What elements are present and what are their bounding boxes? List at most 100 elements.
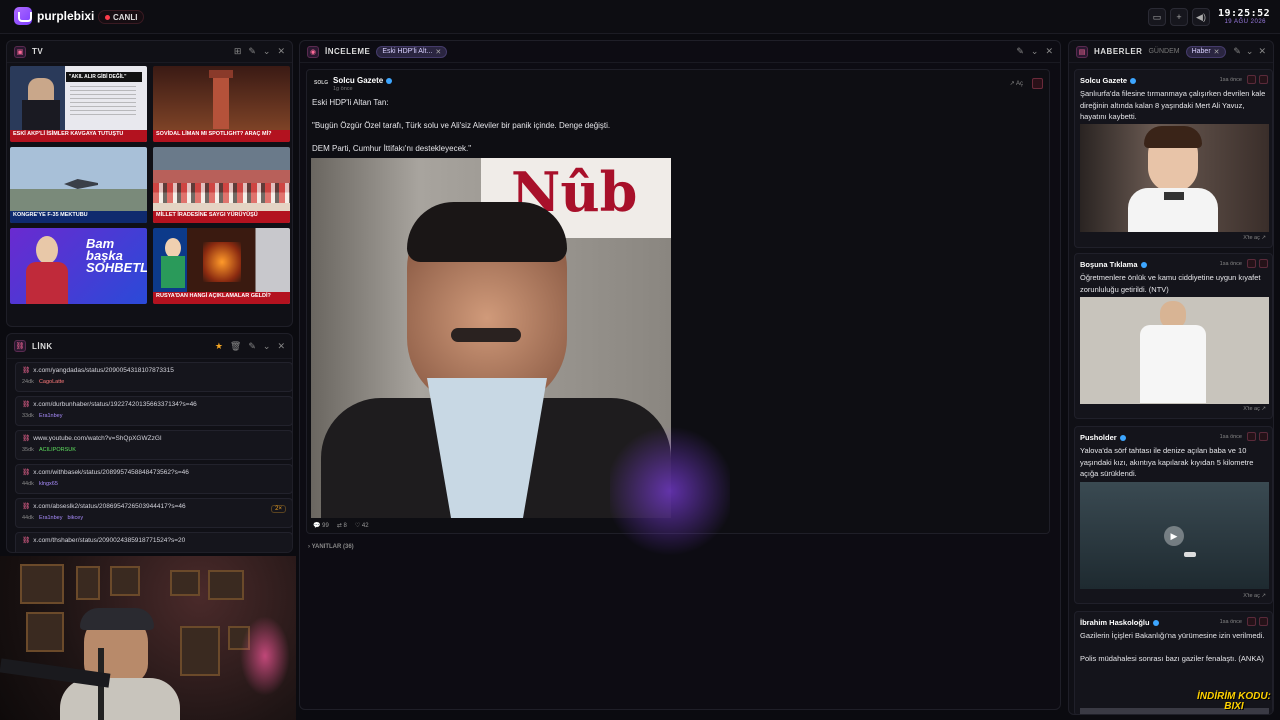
clock-date: 19 AĞU 2026 bbox=[1224, 19, 1266, 25]
open-in-x-link[interactable]: X'te aç ↗ bbox=[1243, 235, 1266, 241]
clock: 19:25:52 19 AĞU 2026 bbox=[1218, 8, 1270, 25]
flag-button[interactable] bbox=[1259, 617, 1268, 626]
link-item[interactable]: ⛓ www.youtube.com/watch?v=ShQpXGWZzGI 35dk… bbox=[15, 430, 292, 460]
chip-label: Eski HDP'li Alt... bbox=[382, 48, 433, 55]
close-icon[interactable]: ✕ bbox=[277, 341, 285, 352]
news-video[interactable]: ▶ bbox=[1080, 482, 1269, 589]
link-user-secondary[interactable]: bikcey bbox=[67, 515, 83, 521]
close-icon[interactable]: ✕ bbox=[1258, 46, 1266, 57]
tv-panel-header: ▣ TV ⊞ ✎ ⌄ ✕ bbox=[7, 41, 292, 63]
brand-logo[interactable]: purplebixi bbox=[14, 7, 94, 25]
link-url-row[interactable]: ⛓ www.youtube.com/watch?v=ShQpXGWZzGI bbox=[22, 434, 286, 443]
link-item[interactable]: ⛓ x.com/yangdadas/status/2090054318107873… bbox=[15, 362, 292, 392]
replies-label: YANITLAR (36) bbox=[311, 544, 354, 550]
trash-icon[interactable]: 🗑 bbox=[230, 341, 241, 352]
tv-channel-6[interactable]: RUSYA'DAN HANGİ AÇIKLAMALAR GELDİ? bbox=[153, 228, 290, 304]
tv-channel-3[interactable]: KONGRE'YE F-35 MEKTUBU bbox=[10, 147, 147, 223]
news-author[interactable]: Boşuna Tıklama bbox=[1080, 260, 1138, 269]
open-link[interactable]: ↗ Aç bbox=[1010, 80, 1023, 87]
news-card[interactable]: Boşuna Tıklama 1sa önce Öğretmenlere önl… bbox=[1074, 253, 1273, 419]
news-text-line: Polis müdahalesi sonrası bazı gaziler fe… bbox=[1080, 653, 1264, 663]
star-icon[interactable]: ★ bbox=[215, 341, 223, 352]
close-icon[interactable]: ✕ bbox=[1045, 46, 1053, 57]
link-url-row[interactable]: ⛓ x.com/yangdadas/status/2090054318107873… bbox=[22, 366, 286, 375]
notify-button[interactable] bbox=[1247, 75, 1256, 84]
flag-button[interactable] bbox=[1259, 432, 1268, 441]
like-count[interactable]: ♡ 42 bbox=[355, 522, 369, 529]
window-button[interactable]: ▭ bbox=[1148, 8, 1166, 26]
link-user[interactable]: CagoLatte bbox=[39, 379, 64, 385]
news-text: Yalova'da sörf tahtası ile denize açılan… bbox=[1080, 446, 1254, 478]
tv-channel-4[interactable]: MİLLET İRADESİNE SAYGI YÜRÜYÜŞÜ bbox=[153, 147, 290, 223]
chevron-down-icon[interactable]: ⌄ bbox=[1031, 46, 1039, 57]
open-in-x-link[interactable]: X'te aç ↗ bbox=[1243, 406, 1266, 412]
link-meta: 33dk Era1nbey bbox=[22, 413, 286, 419]
link-user[interactable]: klngx65 bbox=[39, 481, 58, 487]
source-logo: SOLG bbox=[314, 80, 329, 86]
tv-channel-5[interactable]: Bam başka SOHBETLER bbox=[10, 228, 147, 304]
link-url-row[interactable]: ⛓ x.com/abseslk2/status/20869547265039444… bbox=[22, 502, 286, 511]
edit-icon[interactable]: ✎ bbox=[1233, 46, 1241, 57]
post-author[interactable]: Solcu Gazete bbox=[333, 76, 383, 85]
link-item[interactable]: ⛓ x.com/durbunhaber/status/19227420135663… bbox=[15, 396, 292, 426]
edit-icon[interactable]: ✎ bbox=[248, 46, 256, 57]
edit-icon[interactable]: ✎ bbox=[1016, 46, 1024, 57]
link-url-row[interactable]: ⛓ x.com/withbasek/status/2089957458848473… bbox=[22, 468, 286, 477]
link-url[interactable]: x.com/durbunhaber/status/192274201356633… bbox=[33, 401, 197, 408]
link-item[interactable]: ⛓ x.com/withbasek/status/2089957458848473… bbox=[15, 464, 292, 494]
link-url[interactable]: x.com/withbasek/status/20899574588484735… bbox=[33, 469, 189, 476]
tv-channel-2[interactable]: SOVİDAL LİMAN MI SPOTLIGHT? ARAÇ Mİ? bbox=[153, 66, 290, 142]
notify-button[interactable] bbox=[1247, 617, 1256, 626]
news-card[interactable]: Solcu Gazete 1sa önce Şanlıurfa'da files… bbox=[1074, 69, 1273, 248]
news-time: 1sa önce bbox=[1219, 434, 1242, 440]
news-text-line: Gazilerin İçişleri Bakanlığı'na yürümesi… bbox=[1080, 631, 1265, 640]
link-url-row[interactable]: ⛓ x.com/thshaber/status/20900243859187715… bbox=[22, 536, 286, 545]
chevron-down-icon[interactable]: ⌄ bbox=[1246, 46, 1254, 57]
active-review-chip[interactable]: Eski HDP'li Alt... ✕ bbox=[376, 45, 448, 58]
news-image[interactable] bbox=[1080, 124, 1269, 232]
news-image[interactable] bbox=[1080, 297, 1269, 404]
link-url-row[interactable]: ⛓ x.com/durbunhaber/status/19227420135663… bbox=[22, 400, 286, 409]
edit-icon[interactable]: ✎ bbox=[248, 341, 256, 352]
post-line: DEM Parti, Cumhur İttifakı'nı destekleye… bbox=[312, 144, 472, 153]
open-in-x-link[interactable]: X'te aç ↗ bbox=[1243, 593, 1266, 599]
news-author[interactable]: Solcu Gazete bbox=[1080, 76, 1127, 85]
link-url[interactable]: www.youtube.com/watch?v=ShQpXGWZzGI bbox=[33, 435, 161, 442]
link-url[interactable]: x.com/abseslk2/status/208695472650394441… bbox=[33, 503, 185, 510]
play-button[interactable]: ▶ bbox=[1164, 526, 1184, 546]
add-button[interactable]: + bbox=[1170, 8, 1188, 26]
flag-button[interactable] bbox=[1259, 75, 1268, 84]
post-author-row: Solcu Gazete bbox=[333, 76, 393, 85]
link-url[interactable]: x.com/thshaber/status/209002438591877152… bbox=[33, 537, 185, 544]
retweet-count[interactable]: ⇄ 8 bbox=[337, 522, 347, 529]
link-item[interactable]: ⛓ x.com/thshaber/status/20900243859187715… bbox=[15, 532, 292, 552]
notify-button[interactable] bbox=[1247, 259, 1256, 268]
chevron-down-icon[interactable]: ⌄ bbox=[263, 46, 271, 57]
notify-button[interactable] bbox=[1247, 432, 1256, 441]
link-url[interactable]: x.com/yangdadas/status/20900543181078733… bbox=[33, 367, 174, 374]
news-card[interactable]: Pusholder 1sa önce Yalova'da sörf tahtas… bbox=[1074, 426, 1273, 604]
close-icon[interactable]: ✕ bbox=[277, 46, 285, 57]
link-user[interactable]: Era1nbey bbox=[39, 413, 63, 419]
volume-button[interactable]: ◀) bbox=[1192, 8, 1210, 26]
link-meta: 35dk ACILIPORSUK bbox=[22, 447, 286, 453]
flag-button[interactable] bbox=[1032, 78, 1043, 89]
flag-button[interactable] bbox=[1259, 259, 1268, 268]
news-author[interactable]: Pusholder bbox=[1080, 433, 1117, 442]
chip-close-icon[interactable]: ✕ bbox=[1214, 48, 1220, 56]
tab-gundem[interactable]: GÜNDEM bbox=[1148, 48, 1179, 55]
chip-close-icon[interactable]: ✕ bbox=[435, 48, 441, 56]
link-user[interactable]: ACILIPORSUK bbox=[39, 447, 76, 453]
grid-icon[interactable]: ⊞ bbox=[234, 46, 242, 57]
news-author[interactable]: İbrahim Haskoloğlu bbox=[1080, 618, 1150, 627]
haber-chip[interactable]: Haber ✕ bbox=[1185, 45, 1226, 58]
post-stats: 💬 99 ⇄ 8 ♡ 42 bbox=[313, 522, 369, 529]
reply-count[interactable]: 💬 99 bbox=[313, 522, 329, 529]
link-user[interactable]: Era1nbey bbox=[39, 515, 63, 521]
tv-channel-1[interactable]: "AKIL ALIR GİBİ DEĞİL" ESKİ AKP'Lİ İSİML… bbox=[10, 66, 147, 142]
chevron-down-icon[interactable]: ⌄ bbox=[263, 341, 271, 352]
haberler-panel: ▤ HABERLER GÜNDEM Haber ✕ ✎ ⌄ ✕ Solcu Ga… bbox=[1068, 40, 1274, 715]
link-item[interactable]: ⛓ x.com/abseslk2/status/20869547265039444… bbox=[15, 498, 292, 528]
replies-toggle[interactable]: › YANITLAR (36) bbox=[308, 544, 354, 550]
link-meta: 24dk CagoLatte bbox=[22, 379, 286, 385]
